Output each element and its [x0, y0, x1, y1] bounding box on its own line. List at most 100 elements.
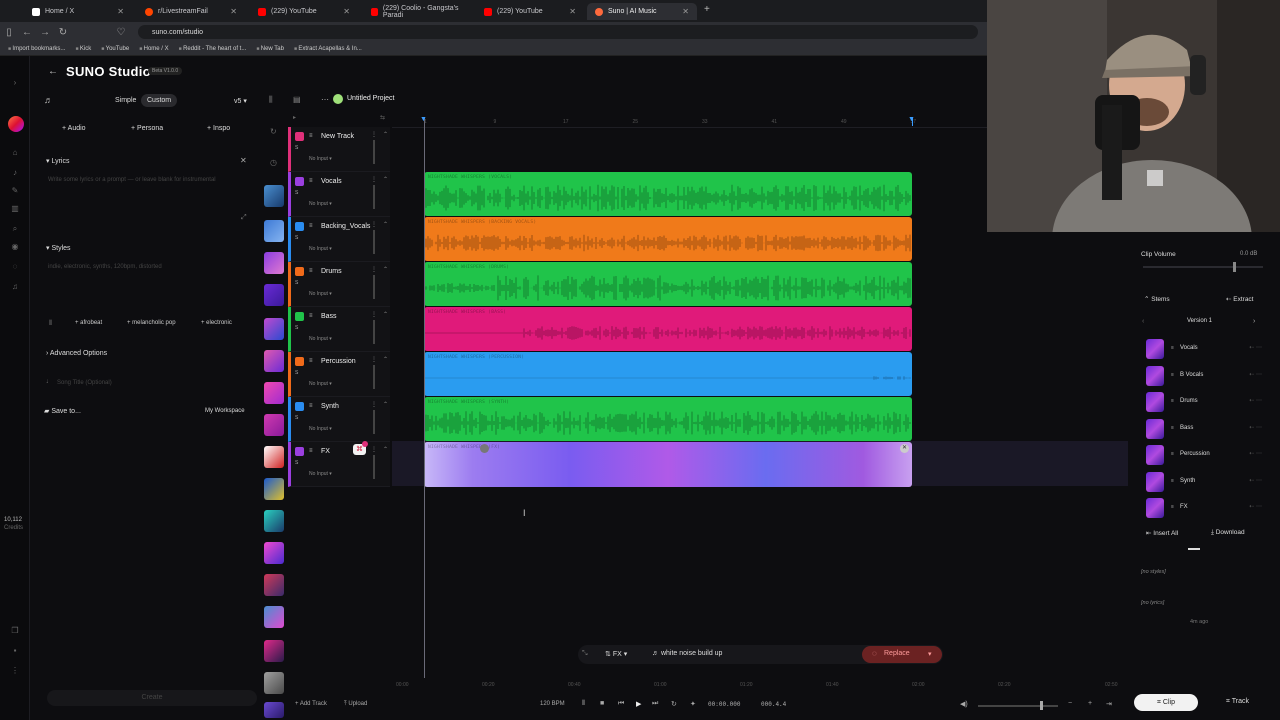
track-input-select[interactable]: No Input ▾: [309, 156, 332, 162]
clip-close-icon[interactable]: ✕: [900, 444, 909, 453]
bookmark-item[interactable]: Kick: [75, 46, 91, 52]
song-thumbnail[interactable]: [264, 510, 284, 532]
mode-custom-tab[interactable]: Custom: [141, 94, 178, 107]
stem-actions-icon[interactable]: ⇠ ⋯: [1249, 397, 1262, 404]
styles-input[interactable]: indie, electronic, synths, 120bpm, disto…: [48, 264, 248, 270]
browser-tab[interactable]: (229) YouTube ✕: [250, 3, 358, 20]
track-mute-icon[interactable]: [295, 447, 304, 456]
audio-clip[interactable]: NIGHTSHADE WHISPERS (BASS): [424, 307, 912, 351]
song-thumbnail[interactable]: [264, 446, 284, 468]
metronome-icon[interactable]: ⫴: [582, 700, 585, 708]
song-thumbnail[interactable]: [264, 318, 284, 340]
track-input-select[interactable]: No Input ▾: [309, 246, 332, 252]
notifications-icon[interactable]: ♫: [10, 282, 20, 292]
solo-icon[interactable]: S: [295, 370, 298, 376]
library-panel-icon[interactable]: ⫼: [269, 95, 273, 105]
help-icon[interactable]: ▪: [10, 646, 20, 656]
replace-prompt-input[interactable]: ♬ white noise build up: [652, 650, 722, 657]
collapse-prompt-icon[interactable]: ⤡: [582, 650, 588, 658]
play-icon[interactable]: ▶: [636, 700, 641, 708]
track-name[interactable]: Drums: [321, 268, 342, 275]
model-select[interactable]: v5 ▾: [228, 94, 253, 108]
track-input-select[interactable]: No Input ▾: [309, 291, 332, 297]
solo-icon[interactable]: S: [295, 325, 298, 331]
next-version-icon[interactable]: ›: [1253, 318, 1255, 325]
track-menu-icon[interactable]: ⋮: [371, 311, 377, 318]
track-mute-icon[interactable]: [295, 132, 304, 141]
style-tag[interactable]: + electronic: [201, 320, 232, 326]
project-menu-icon[interactable]: ⋯: [321, 95, 329, 104]
bookmark-item[interactable]: Import bookmarks...: [8, 46, 65, 52]
track-header[interactable]: ≡ Drums ⋮ ⌃ S No Input ▾: [288, 262, 390, 307]
browser-tab[interactable]: (229) Coolio - Gangsta's Paradi: [363, 3, 475, 20]
song-thumbnail[interactable]: [264, 574, 284, 596]
solo-icon[interactable]: S: [295, 235, 298, 241]
song-thumbnail[interactable]: [264, 382, 284, 404]
advanced-options-toggle[interactable]: › Advanced Options: [46, 350, 107, 357]
zoom-out-icon[interactable]: −: [1068, 700, 1072, 707]
bookmark-item[interactable]: Extract Acapellas & In...: [294, 46, 361, 52]
song-thumbnail[interactable]: [264, 284, 284, 306]
upload-button[interactable]: ⤒ Upload: [344, 701, 367, 708]
replace-button[interactable]: ◌ Replace ▾: [862, 646, 942, 663]
stem-item[interactable]: ≡ Percussion ⇠ ⋯: [1146, 445, 1266, 467]
audio-clip[interactable]: NIGHTSHADE WHISPERS (SYNTH): [424, 397, 912, 441]
styles-shuffle-icon[interactable]: ⫴: [49, 320, 52, 328]
workspace-select[interactable]: My Workspace: [205, 408, 245, 414]
song-thumbnail[interactable]: [264, 414, 284, 436]
track-name[interactable]: FX: [321, 448, 330, 455]
stem-item[interactable]: ≡ B Vocals ⇠ ⋯: [1146, 365, 1266, 388]
stem-item[interactable]: ≡ Synth ⇠ ⋯: [1146, 471, 1266, 494]
track-mute-icon[interactable]: [295, 402, 304, 411]
track-header[interactable]: ≡ Synth ⋮ ⌃ S No Input ▾: [288, 397, 390, 442]
track-header[interactable]: ≡ Backing_Vocals ⋮ ⌃ S No Input ▾: [288, 217, 390, 262]
address-field[interactable]: suno.com/studio: [138, 25, 978, 39]
browser-tab-active[interactable]: Suno | AI Music ✕: [587, 3, 697, 20]
track-mute-icon[interactable]: [295, 357, 304, 366]
song-thumbnail[interactable]: [264, 672, 284, 694]
lyrics-section-toggle[interactable]: ▾ Lyrics: [46, 157, 70, 165]
track-collapse-icon[interactable]: ⌃: [383, 131, 388, 138]
site-info-icon[interactable]: ♡: [112, 27, 130, 38]
track-input-select[interactable]: No Input ▾: [309, 471, 332, 477]
track-menu-icon[interactable]: ⋮: [371, 176, 377, 183]
track-mute-icon[interactable]: [295, 222, 304, 231]
audio-clip[interactable]: NIGHTSHADE WHISPERS (VOCALS): [424, 172, 912, 216]
search-icon[interactable]: ⌕: [10, 224, 20, 234]
solo-icon[interactable]: S: [295, 145, 298, 151]
zoom-in-icon[interactable]: +: [1088, 700, 1092, 707]
track-name[interactable]: Vocals: [321, 178, 342, 185]
stop-icon[interactable]: ■: [600, 700, 604, 707]
close-icon[interactable]: ✕: [682, 7, 689, 16]
browser-tab[interactable]: (229) YouTube ✕: [476, 3, 584, 20]
song-title-input[interactable]: Song Title (Optional): [57, 380, 112, 386]
audio-clip[interactable]: NIGHTSHADE WHISPERS (PERCUSSION): [424, 352, 912, 396]
browser-tab[interactable]: Home / X ✕: [24, 3, 132, 20]
history-icon[interactable]: ◷: [270, 158, 277, 167]
collapse-right-icon[interactable]: ⇆: [380, 114, 385, 121]
song-thumbnail[interactable]: [264, 185, 284, 207]
stem-actions-icon[interactable]: ⇠ ⋯: [1249, 424, 1262, 431]
extract-button[interactable]: ⇠ Extract: [1226, 295, 1254, 303]
track-volume-fader[interactable]: [373, 410, 375, 434]
track-header[interactable]: ≡ Vocals ⋮ ⌃ S No Input ▾: [288, 172, 390, 217]
track-input-select[interactable]: No Input ▾: [309, 336, 332, 342]
track-collapse-icon[interactable]: ⌃: [383, 401, 388, 408]
track-menu-icon[interactable]: ⋮: [371, 356, 377, 363]
track-input-select[interactable]: No Input ▾: [309, 201, 332, 207]
track-collapse-icon[interactable]: ⌃: [383, 311, 388, 318]
close-icon[interactable]: ✕: [117, 7, 124, 16]
create-button[interactable]: Create: [47, 690, 257, 706]
solo-icon[interactable]: S: [295, 460, 298, 466]
style-tag[interactable]: + afrobeat: [75, 320, 102, 326]
master-volume-slider[interactable]: [978, 705, 1058, 707]
add-audio-button[interactable]: + Audio: [62, 125, 86, 132]
loop-start-marker-icon[interactable]: ▼: [420, 116, 427, 123]
stem-actions-icon[interactable]: ⇠ ⋯: [1249, 344, 1262, 351]
expand-textarea-icon[interactable]: ⤢: [241, 214, 247, 222]
grid-icon[interactable]: ▤: [293, 95, 301, 104]
track-volume-fader[interactable]: [373, 185, 375, 209]
bookmark-item[interactable]: Reddit - The heart of t...: [179, 46, 246, 52]
audio-clip[interactable]: NIGHTSHADE WHISPERS (BACKING VOCALS): [424, 217, 912, 261]
lyrics-input[interactable]: Write some lyrics or a prompt — or leave…: [48, 177, 248, 183]
